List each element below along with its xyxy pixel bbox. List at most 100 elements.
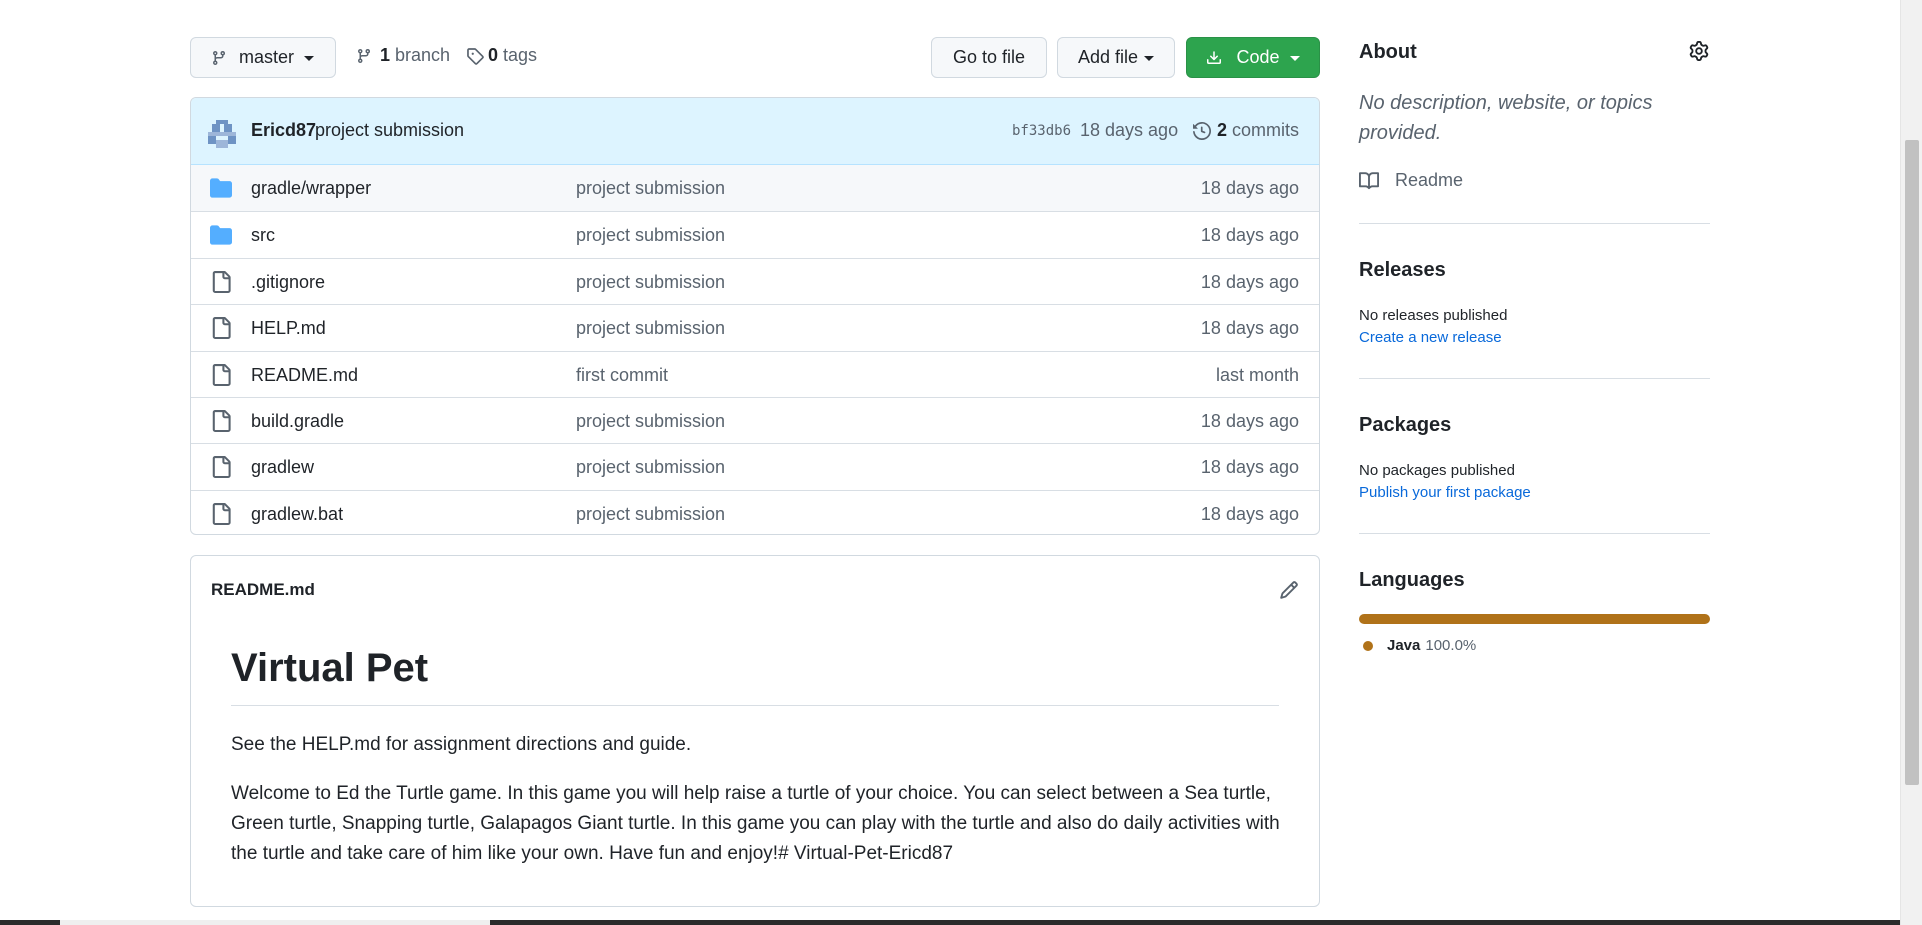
packages-empty-text: No packages published xyxy=(1359,462,1515,479)
commits-history-link[interactable]: 2 commits xyxy=(1193,120,1299,141)
file-row[interactable]: gradlew.bat project submission 18 days ago xyxy=(191,489,1319,534)
tag-label: tags xyxy=(503,45,538,65)
commit-author-link[interactable]: Ericd87 xyxy=(251,120,316,141)
git-branch-icon xyxy=(212,50,225,65)
create-release-link[interactable]: Create a new release xyxy=(1359,329,1502,346)
file-commit-message-link[interactable]: project submission xyxy=(576,272,725,293)
file-row[interactable]: build.gradle project submission 18 days ag… xyxy=(191,397,1319,443)
file-age: 18 days ago xyxy=(1200,457,1299,478)
commit-sha-link[interactable]: bf33db6 xyxy=(1012,123,1071,139)
taskbar-strip xyxy=(0,920,1900,925)
file-name-link[interactable]: README.md xyxy=(251,365,358,386)
file-name-link[interactable]: HELP.md xyxy=(251,318,326,339)
readme-sidebar-label: Readme xyxy=(1395,170,1464,190)
publish-package-link[interactable]: Publish your first package xyxy=(1359,484,1531,501)
file-row[interactable]: gradle/wrapper project submission 18 days … xyxy=(191,165,1319,211)
language-percent: 100.0% xyxy=(1425,637,1477,654)
file-icon xyxy=(210,456,232,479)
file-name-link[interactable]: gradle/wrapper xyxy=(251,178,371,199)
commit-message-link[interactable]: project submission xyxy=(315,120,464,141)
file-commit-message-link[interactable]: project submission xyxy=(576,411,725,432)
languages-title: Languages xyxy=(1359,569,1465,591)
packages-title[interactable]: Packages xyxy=(1359,414,1451,437)
file-name-link[interactable]: gradlew.bat xyxy=(251,504,343,525)
vertical-scrollbar[interactable] xyxy=(1900,0,1922,925)
tag-icon xyxy=(467,47,484,65)
file-icon xyxy=(210,363,232,386)
releases-title[interactable]: Releases xyxy=(1359,259,1446,282)
readme-sidebar-link[interactable]: Readme xyxy=(1359,170,1463,191)
folder-icon xyxy=(210,224,232,246)
sidebar-divider xyxy=(1359,223,1710,224)
gear-icon[interactable] xyxy=(1689,41,1709,61)
file-commit-message-link[interactable]: first commit xyxy=(576,365,668,386)
heading-divider xyxy=(231,705,1279,706)
file-name-link[interactable]: gradlew xyxy=(251,457,314,478)
language-bar xyxy=(1359,614,1710,624)
book-icon xyxy=(1359,171,1379,189)
about-title: About xyxy=(1359,41,1417,63)
commit-time: 18 days ago xyxy=(1080,120,1179,140)
file-commit-message-link[interactable]: project submission xyxy=(576,318,725,339)
git-branch-icon xyxy=(357,48,370,63)
branch-selector-button[interactable]: master xyxy=(190,37,336,78)
folder-icon xyxy=(210,177,232,198)
language-color-dot xyxy=(1363,640,1373,651)
chevron-down-icon xyxy=(304,56,315,61)
file-browser: Ericd87 project submission bf33db6 18 da… xyxy=(190,97,1320,535)
code-label: Code xyxy=(1236,47,1280,67)
file-name-link[interactable]: src xyxy=(251,225,275,246)
file-age: 18 days ago xyxy=(1200,178,1299,198)
file-row[interactable]: .gitignore project submission 18 days ago xyxy=(191,257,1319,304)
sidebar-divider xyxy=(1359,378,1710,379)
language-name: Java xyxy=(1387,637,1421,654)
readme-paragraph: See the HELP.md for assignment direction… xyxy=(231,734,692,755)
readme-heading: Virtual Pet xyxy=(231,646,429,690)
branches-link[interactable]: 1 branch xyxy=(356,45,450,66)
tags-link[interactable]: 0 tags xyxy=(466,45,537,66)
code-button[interactable]: Code xyxy=(1186,37,1320,78)
pencil-icon[interactable] xyxy=(1279,580,1299,600)
file-row[interactable]: README.md first commit last month xyxy=(191,350,1319,397)
about-description: No description, website, or topics provi… xyxy=(1359,92,1653,144)
go-to-file-button[interactable]: Go to file xyxy=(931,37,1047,78)
file-icon xyxy=(210,317,232,340)
file-row[interactable]: HELP.md project submission 18 days ago xyxy=(191,304,1319,350)
file-age: 18 days ago xyxy=(1200,318,1299,339)
sidebar-divider xyxy=(1359,533,1710,534)
file-row[interactable]: src project submission 18 days ago xyxy=(191,211,1319,257)
releases-empty-text: No releases published xyxy=(1359,307,1508,324)
tag-count: 0 xyxy=(488,45,499,65)
file-icon xyxy=(210,410,232,432)
language-item[interactable]: Java 100.0% xyxy=(1363,637,1476,654)
file-commit-message-link[interactable]: project submission xyxy=(576,225,725,246)
commit-label: commits xyxy=(1232,120,1300,140)
latest-commit-bar: Ericd87 project submission bf33db6 18 da… xyxy=(191,98,1319,165)
file-icon xyxy=(210,270,232,293)
file-age: 18 days ago xyxy=(1200,503,1299,524)
branch-label: branch xyxy=(395,45,451,65)
file-name-link[interactable]: .gitignore xyxy=(251,272,325,293)
file-row[interactable]: gradlew project submission 18 days ago xyxy=(191,443,1319,489)
add-file-button[interactable]: Add file xyxy=(1057,37,1175,78)
download-icon xyxy=(1207,50,1222,64)
file-commit-message-link[interactable]: project submission xyxy=(576,457,725,478)
file-age: 18 days ago xyxy=(1200,225,1299,246)
avatar[interactable] xyxy=(208,120,236,148)
file-age: 18 days ago xyxy=(1200,411,1299,431)
file-age: 18 days ago xyxy=(1200,271,1299,292)
readme-file-link[interactable]: README.md xyxy=(211,580,315,600)
file-age: last month xyxy=(1215,364,1299,385)
commit-count: 2 xyxy=(1217,120,1228,140)
file-icon xyxy=(210,502,232,525)
readme-panel: README.md Virtual Pet See the HELP.md fo… xyxy=(190,555,1320,907)
scrollbar-thumb[interactable] xyxy=(1905,140,1919,785)
taskbar-gap xyxy=(60,920,490,925)
file-commit-message-link[interactable]: project submission xyxy=(576,178,725,199)
branch-name: master xyxy=(239,47,295,67)
readme-paragraph: Welcome to Ed the Turtle game. In this g… xyxy=(231,783,1280,864)
chevron-down-icon xyxy=(1289,56,1300,61)
file-name-link[interactable]: build.gradle xyxy=(251,411,344,432)
file-commit-message-link[interactable]: project submission xyxy=(576,504,725,525)
chevron-down-icon xyxy=(1144,56,1155,61)
